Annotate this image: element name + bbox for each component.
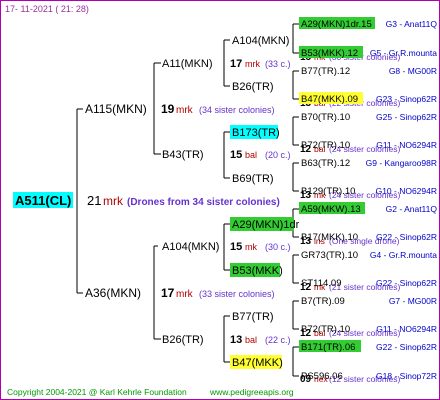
great-ancestor-name[interactable]: B72(TR).10 (301, 140, 350, 151)
apiary-code: G11 - NO6294R (376, 324, 437, 334)
ancestor-name[interactable]: B69(TR) (232, 173, 274, 185)
root-note: (Drones from 34 sister colonies) (127, 197, 280, 208)
apiary-code: G22 - Sinop62R (376, 232, 437, 242)
ancestor-name[interactable]: B26(TR) (232, 81, 274, 93)
apiary-code: G7 - MG00R (389, 296, 437, 306)
root-name[interactable]: A511(CL) (15, 193, 71, 208)
grandparent-name[interactable]: B43(TR) (162, 149, 204, 161)
parent-note: (33 sister colonies) (199, 289, 275, 299)
grandparent-name[interactable]: B26(TR) (162, 334, 204, 346)
great-ancestor-name[interactable]: B53(MKK).12 (301, 48, 358, 59)
grandparent-mark: mrk (245, 59, 260, 69)
great-ancestor-name[interactable]: PS596.06 (301, 371, 343, 382)
pedigree-tree: 17- 11-2021 ( 21: 28) Copyright 2004-202… (5, 4, 438, 397)
ancestor-name[interactable]: A29(MKN)1dr (232, 219, 300, 231)
great-ancestor-name[interactable]: A59(MKW).13 (301, 204, 361, 215)
grandparent-mark: bal (245, 335, 257, 345)
apiary-code: G8 - MG00R (389, 66, 437, 76)
apiary-code: G23 - Sinop62R (376, 94, 437, 104)
grandparent-note: (22 c.) (265, 335, 291, 345)
great-ancestor-name[interactable]: A29(MKN)1dr.15 (301, 19, 372, 30)
great-ancestor-name[interactable]: B17(MKK).10 (301, 232, 358, 243)
great-ancestor-name[interactable]: B171(TR).06 (301, 342, 355, 353)
grandparent-note: (30 c.) (265, 242, 291, 252)
apiary-code: G9 - Kangaroo98R (366, 158, 437, 168)
root-mark: mrk (103, 194, 124, 208)
apiary-code: G25 - Sinop62R (376, 112, 437, 122)
grandparent-note: (33 c.) (265, 59, 291, 69)
great-ancestor-name[interactable]: GR73(TR).10 (301, 250, 358, 261)
apiary-code: G3 - Anat11Q (386, 19, 438, 29)
great-ancestor-name[interactable]: B47(MKK).09 (301, 94, 358, 105)
great-ancestor-name[interactable]: B70(TR).10 (301, 112, 350, 123)
parent-mark: mrk (176, 105, 194, 116)
apiary-code: G18 - Sinop72R (376, 371, 437, 381)
great-ancestor-name[interactable]: B7(TR).09 (301, 296, 345, 307)
grandparent-count: 15 (230, 149, 242, 161)
apiary-code: G2 - Anat11Q (386, 204, 438, 214)
ancestor-name[interactable]: A104(MKN) (232, 35, 289, 47)
root-count: 21 (87, 193, 101, 208)
grandparent-count: 17 (230, 58, 242, 70)
apiary-code: G11 - NO6294R (376, 140, 437, 150)
pedigree-page: { "header": { "date": "17- 11-2021 ( 21:… (0, 0, 440, 400)
great-ancestor-name[interactable]: B129(TR).10 (301, 186, 355, 197)
ancestor-name[interactable]: B173(TR) (232, 127, 280, 139)
apiary-code: G5 - Gr.R.mounta (370, 48, 437, 58)
parent-name[interactable]: A115(MKN) (85, 102, 147, 116)
apiary-code: G4 - Gr.R.mounta (370, 250, 437, 260)
great-ancestor-name[interactable]: ST114.09 (301, 278, 342, 289)
ancestor-name[interactable]: B77(TR) (232, 311, 274, 323)
parent-count: 19 (161, 102, 175, 116)
parent-mark: mrk (176, 289, 194, 300)
grandparent-count: 13 (230, 334, 242, 346)
parent-count: 17 (161, 286, 175, 300)
parent-note: (34 sister colonies) (199, 105, 275, 115)
grandparent-mark: mk (245, 242, 257, 252)
grandparent-count: 15 (230, 241, 242, 253)
date-stamp: 17- 11-2021 ( 21: 28) (5, 4, 89, 14)
grandparent-mark: bal (245, 150, 257, 160)
apiary-code: G22 - Sinop62R (376, 278, 437, 288)
ancestor-name[interactable]: B47(MKK) (232, 357, 283, 369)
great-ancestor-name[interactable]: B63(TR).12 (301, 158, 350, 169)
great-ancestor-name[interactable]: B72(TR).10 (301, 324, 350, 335)
great-ancestor-name[interactable]: B77(TR).12 (301, 66, 350, 77)
parent-name[interactable]: A36(MKN) (85, 286, 141, 300)
apiary-code: G22 - Sinop62R (376, 342, 437, 352)
copyright-text: Copyright 2004-2021 @ Karl Kehrle Founda… (7, 387, 187, 397)
grandparent-name[interactable]: A104(MKN) (162, 241, 219, 253)
apiary-code: G10 - NO6294R (376, 186, 437, 196)
website-link[interactable]: www.pedigreeapis.org (209, 387, 294, 397)
grandparent-name[interactable]: A11(MKN) (162, 58, 213, 70)
grandparent-note: (20 c.) (265, 150, 291, 160)
ancestor-name[interactable]: B53(MKK) (232, 265, 283, 277)
